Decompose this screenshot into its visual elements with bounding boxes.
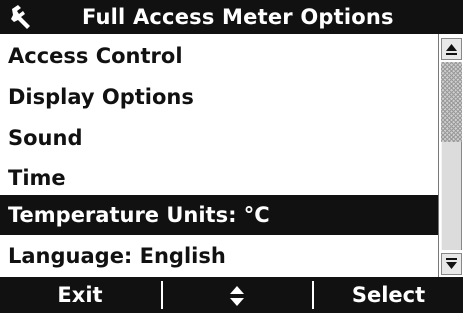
menu-item-display-options[interactable]: Display Options: [0, 77, 438, 117]
scroll-track[interactable]: [441, 62, 462, 142]
scroll-up-arrow-icon[interactable]: [441, 38, 462, 60]
select-button[interactable]: Select: [314, 277, 463, 313]
scrollbar[interactable]: [438, 34, 463, 277]
meter-options-screen: Full Access Meter Options Access Control…: [0, 0, 463, 313]
scroll-down-arrow-icon[interactable]: [441, 253, 462, 275]
menu-item-access-control[interactable]: Access Control: [0, 36, 438, 76]
soft-key-bar: Exit Select: [0, 277, 463, 313]
options-menu-list: Access Control Display Options Sound Tim…: [0, 34, 438, 277]
title-bar: Full Access Meter Options: [0, 0, 463, 34]
up-down-arrows-icon: [230, 286, 244, 306]
menu-item-time[interactable]: Time: [0, 158, 438, 198]
exit-button[interactable]: Exit: [0, 277, 160, 313]
menu-item-sound[interactable]: Sound: [0, 118, 438, 158]
scroll-thumb[interactable]: [441, 142, 462, 250]
menu-item-language[interactable]: Language: English: [0, 236, 438, 276]
up-down-button[interactable]: [163, 277, 311, 313]
page-title: Full Access Meter Options: [82, 5, 394, 29]
wrench-icon: [11, 5, 30, 29]
menu-item-temperature-units[interactable]: Temperature Units: °C: [0, 195, 438, 235]
